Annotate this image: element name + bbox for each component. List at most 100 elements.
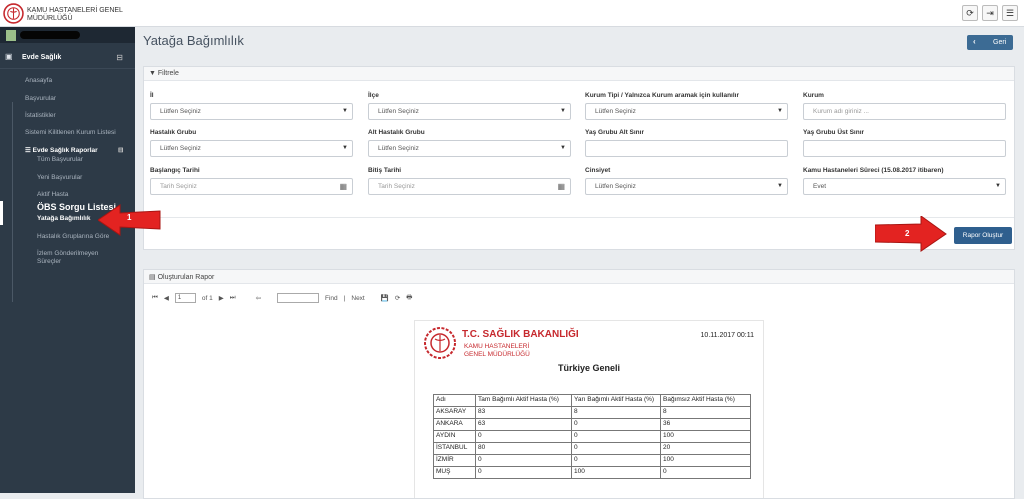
cinsiyet-value: Lütfen Seçiniz <box>595 183 636 190</box>
logout-icon[interactable]: ⇥ <box>982 5 998 21</box>
calendar-icon[interactable]: ▦ <box>339 182 347 191</box>
yas-alt-input[interactable] <box>585 140 788 157</box>
kamu-surec-select[interactable]: Evet ▼ <box>803 178 1006 195</box>
il-select[interactable]: Lütfen Seçiniz ▼ <box>150 103 353 120</box>
table-cell: 0 <box>571 442 661 455</box>
kurum-tipi-select[interactable]: Lütfen Seçiniz ▼ <box>585 103 788 120</box>
sidebar-item-anasayfa[interactable]: Anasayfa <box>25 77 52 84</box>
callout-arrow-2: 2 <box>874 215 947 252</box>
column-header: Adı <box>433 394 476 407</box>
caret-down-icon: ▼ <box>342 108 348 114</box>
main-content: Yatağa Bağımlılık ‹ Geri ▼ Filtrele İl Lü… <box>135 27 1024 499</box>
next-page-icon[interactable]: ▶ <box>219 294 224 302</box>
hastalik-grubu-value: Lütfen Seçiniz <box>160 145 201 152</box>
filter-header: ▼ Filtrele <box>144 67 1014 81</box>
ilce-select[interactable]: Lütfen Seçiniz ▼ <box>368 103 571 120</box>
document-icon: ▤ <box>149 274 158 281</box>
kurum-tipi-value: Lütfen Seçiniz <box>595 108 636 115</box>
next-link[interactable]: Next <box>351 295 364 302</box>
hastalik-grubu-select[interactable]: Lütfen Seçiniz ▼ <box>150 140 353 157</box>
tree-line <box>12 102 13 302</box>
sidebar-section-evde-saglik[interactable]: ▣ Evde Sağlık ⊟ <box>0 47 135 69</box>
ministry-sub1: KAMU HASTANELERİ <box>464 343 530 350</box>
yas-ust-input[interactable] <box>803 140 1006 157</box>
filter-title: Filtrele <box>157 70 179 77</box>
table-cell: ANKARA <box>433 418 476 431</box>
sidebar-group-raporlar[interactable]: ☰ Evde Sağlık Raporlar ⊟ <box>25 146 123 154</box>
bitis-placeholder: Tarih Seçiniz <box>378 183 415 190</box>
save-icon[interactable]: 💾 <box>381 294 389 302</box>
page-input[interactable]: 1 <box>174 293 196 303</box>
brand-line2: MÜDÜRLÜĞÜ <box>27 15 73 22</box>
report-toolbar: ⏮ ◀ 1 of 1 ▶ ⏭ ⇦ Find | Next 💾 ⟳ 🖶 <box>152 291 412 305</box>
table-cell: 8 <box>660 406 751 419</box>
il-value: Lütfen Seçiniz <box>160 108 201 115</box>
report-header: ▤ Oluşturulan Rapor <box>144 270 1014 284</box>
sidebar-item-aktif-hasta[interactable]: Aktif Hasta <box>37 191 68 198</box>
table-row: MUŞ 0 100 0 <box>433 466 751 479</box>
list-icon: ☰ <box>25 147 33 154</box>
report-title: Oluşturulan Rapor <box>157 274 215 281</box>
sidebar-section-label: Evde Sağlık <box>22 54 62 61</box>
chevron-left-icon: ‹ <box>973 37 976 46</box>
baslangic-date[interactable]: Tarih Seçiniz ▦ <box>150 178 353 195</box>
table-cell: 100 <box>571 466 661 479</box>
column-header: Yarı Bağımlı Aktif Hasta (%) <box>571 394 661 407</box>
toolbar-separator: | <box>343 294 346 302</box>
last-page-icon[interactable]: ⏭ <box>230 294 236 302</box>
table-cell: 0 <box>571 418 661 431</box>
find-link[interactable]: Find <box>325 295 338 302</box>
baslangic-placeholder: Tarih Seçiniz <box>160 183 197 190</box>
bitis-label: Bitiş Tarihi <box>368 167 402 174</box>
calendar-icon[interactable]: ▦ <box>557 182 565 191</box>
alt-hastalik-select[interactable]: Lütfen Seçiniz ▼ <box>368 140 571 157</box>
sidebar-item-kilitlenen[interactable]: Sistemi Kilitlenen Kurum Listesi <box>25 129 116 136</box>
kurum-input[interactable]: Kurum adı giriniz ... <box>803 103 1006 120</box>
cinsiyet-select[interactable]: Lütfen Seçiniz ▼ <box>585 178 788 195</box>
table-cell: 8 <box>571 406 661 419</box>
caret-down-icon: ▼ <box>560 145 566 151</box>
caret-down-icon: ▼ <box>995 183 1001 189</box>
back-arrow-icon[interactable]: ⇦ <box>256 294 261 302</box>
building-icon: ▣ <box>5 52 13 61</box>
ministry-name: T.C. SAĞLIK BAKANLIĞI <box>462 329 579 340</box>
ministry-sub: KAMU HASTANELERİ GENEL MÜDÜRLÜĞÜ <box>464 343 530 359</box>
table-cell: 0 <box>571 454 661 467</box>
ministry-logo <box>424 327 456 359</box>
prev-page-icon[interactable]: ◀ <box>164 294 169 302</box>
top-bar: KAMU HASTANELERİ GENEL MÜDÜRLÜĞÜ ⟳ ⇥ ☰ <box>0 0 1024 27</box>
table-cell: İSTANBUL <box>433 442 476 455</box>
avatar <box>6 30 16 41</box>
sidebar-item-izlem[interactable]: İzlem Gönderilmeyen Süreçler <box>37 250 117 266</box>
report-date: 10.11.2017 00:11 <box>700 332 754 339</box>
report-panel: ▤ Oluşturulan Rapor ⏮ ◀ 1 of 1 ▶ ⏭ ⇦ Fin… <box>143 269 1015 499</box>
table-cell: 0 <box>660 466 751 479</box>
refresh-icon[interactable]: ⟳ <box>962 5 978 21</box>
cinsiyet-label: Cinsiyet <box>585 167 611 174</box>
kamu-surec-value: Evet <box>813 183 827 190</box>
column-header: Bağımsız Aktif Hasta (%) <box>660 394 751 407</box>
collapse-icon[interactable]: ⊟ <box>116 53 123 62</box>
find-input[interactable] <box>277 293 320 303</box>
sidebar-item-yataga-bagimlilik[interactable]: Yatağa Bağımlılık <box>37 215 90 222</box>
sidebar-item-yeni-basvurular[interactable]: Yeni Başvurular <box>37 174 82 181</box>
yas-ust-label: Yaş Grubu Üst Sınır <box>803 129 865 136</box>
collapse-icon[interactable]: ⊟ <box>118 146 123 154</box>
sidebar-item-istatistikler[interactable]: İstatistikler <box>25 112 56 119</box>
caret-down-icon: ▼ <box>777 183 783 189</box>
user-bar <box>0 27 135 43</box>
bitis-date[interactable]: Tarih Seçiniz ▦ <box>368 178 571 195</box>
first-page-icon[interactable]: ⏮ <box>152 294 158 302</box>
ministry-logo <box>3 3 24 24</box>
sidebar-item-basvurular[interactable]: Başvurular <box>25 95 56 102</box>
caret-down-icon: ▼ <box>342 145 348 151</box>
print-icon[interactable]: 🖶 <box>406 293 412 304</box>
sidebar-item-tum-basvurular[interactable]: Tüm Başvurular <box>37 156 83 163</box>
back-button[interactable]: ‹ Geri <box>967 35 1013 50</box>
rapor-olustur-button[interactable]: Rapor Oluştur <box>954 227 1012 244</box>
refresh-report-icon[interactable]: ⟳ <box>395 294 400 302</box>
kamu-surec-label: Kamu Hastaneleri Süreci (15.08.2017 itib… <box>803 167 944 174</box>
sidebar-group-label: Evde Sağlık Raporlar <box>32 147 98 154</box>
menu-icon[interactable]: ☰ <box>1002 5 1018 21</box>
table-cell: 100 <box>660 430 751 443</box>
